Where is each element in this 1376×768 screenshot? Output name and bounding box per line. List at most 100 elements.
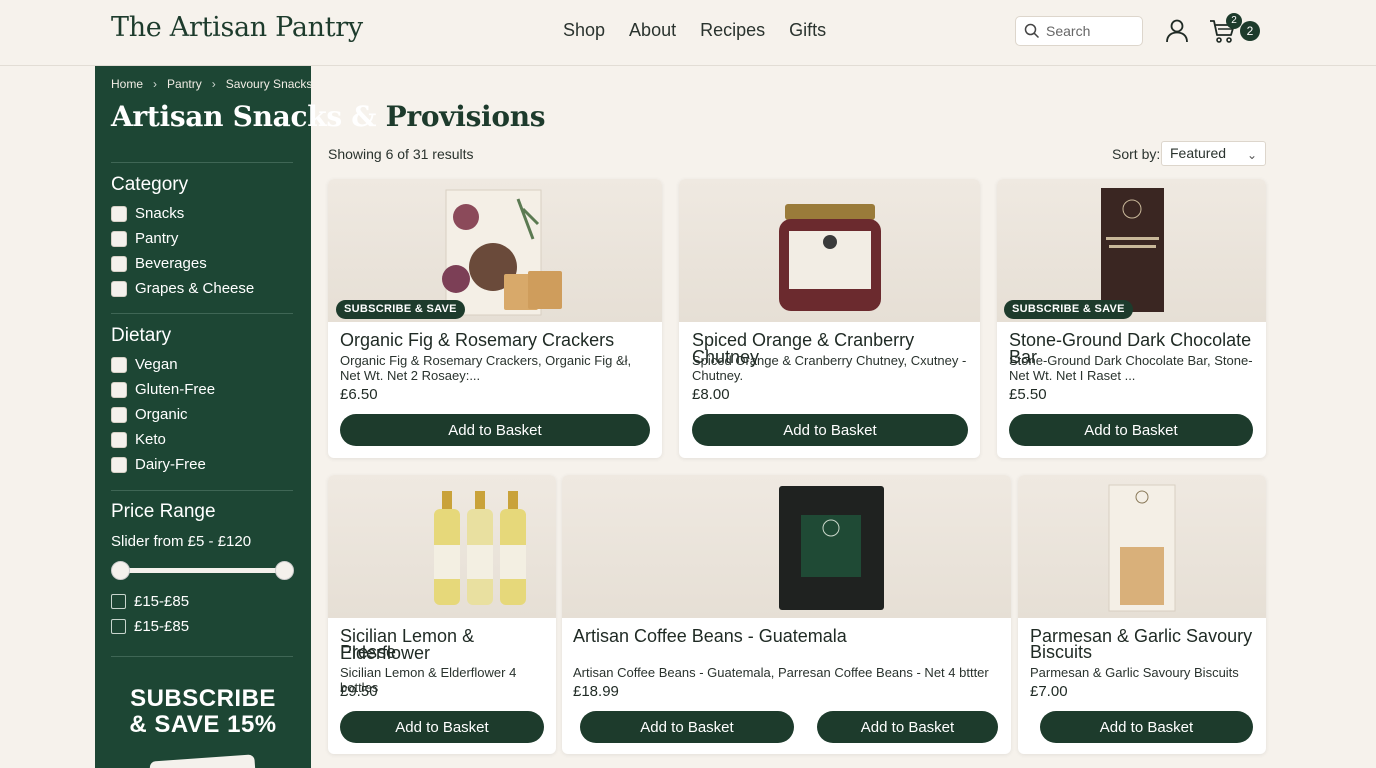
lemon-presse-bottles-image — [434, 491, 526, 605]
product-card[interactable]: SUBSCRIBE & SAVE Stone-Ground Dark Choco… — [997, 179, 1266, 458]
product-image[interactable] — [562, 475, 1011, 618]
checkbox[interactable] — [111, 594, 126, 609]
filter-label: Pantry — [135, 230, 179, 247]
breadcrumb-savoury-snacks[interactable]: Savoury Snacks — [226, 77, 313, 91]
breadcrumb: Home › Pantry › Savoury Snacks — [111, 77, 312, 91]
product-description: Stone-Ground Dark Chocolate Bar, Stone- — [1009, 353, 1253, 368]
product-image[interactable] — [1018, 475, 1266, 618]
chevron-down-icon: ⌄ — [1246, 148, 1257, 162]
filter-organic[interactable]: Organic — [111, 406, 188, 423]
filter-label: Grapes & Cheese — [135, 280, 255, 297]
product-title-line-2[interactable]: Biscuits — [1030, 643, 1092, 661]
filter-price-option[interactable]: £15-£85 — [111, 593, 189, 610]
checkbox[interactable] — [111, 431, 127, 448]
checkbox[interactable] — [111, 205, 127, 222]
divider — [111, 656, 293, 657]
product-description: Parmesan & Garlic Savoury Biscuits — [1030, 665, 1239, 680]
product-description: Chutney. — [692, 368, 744, 383]
filter-label: Dairy-Free — [135, 456, 206, 473]
filter-label: Vegan — [135, 356, 178, 373]
checkbox[interactable] — [111, 280, 127, 297]
add-to-basket-button[interactable]: Add to Basket — [580, 711, 794, 743]
page-title: Artisan Snacks & Provisions — [111, 100, 546, 133]
filter-label: Gluten-Free — [135, 381, 216, 398]
product-title[interactable]: Organic Fig & Rosemary Crackers — [340, 331, 614, 349]
product-description: Artisan Coffee Beans - Guatemala, Parres… — [573, 665, 989, 680]
checkbox[interactable] — [111, 456, 127, 473]
add-to-basket-button[interactable]: Add to Basket — [1040, 711, 1253, 743]
product-price: £6.50 — [340, 386, 378, 403]
product-title-line-2[interactable]: Presse — [340, 643, 396, 661]
add-to-basket-button-secondary[interactable]: Add to Basket — [817, 711, 998, 743]
promo-line-2: & SAVE 15% — [129, 711, 277, 738]
cart-count-mini: 2 — [1226, 13, 1242, 29]
breadcrumb-pantry[interactable]: Pantry — [167, 77, 202, 91]
coffee-bag-image — [779, 486, 884, 610]
dietary-heading: Dietary — [111, 325, 172, 346]
product-description: Net Wt. Net 2 Rosaey:... — [340, 368, 481, 383]
product-card[interactable]: Artisan Coffee Beans - Guatemala Artisan… — [562, 475, 1011, 754]
add-to-basket-button[interactable]: Add to Basket — [692, 414, 968, 446]
checkbox[interactable] — [111, 356, 127, 373]
checkbox[interactable] — [111, 406, 127, 423]
sort-dropdown[interactable]: Featured ⌄ — [1161, 141, 1266, 166]
add-to-basket-button[interactable]: Add to Basket — [340, 711, 544, 743]
filter-keto[interactable]: Keto — [111, 431, 166, 448]
subscribe-promo[interactable]: SUBSCRIBE & SAVE 15% — [95, 686, 311, 738]
product-image[interactable] — [679, 179, 980, 322]
add-to-basket-button[interactable]: Add to Basket — [1009, 414, 1253, 446]
filter-label: Snacks — [135, 205, 185, 222]
price-slider-max-handle[interactable] — [275, 561, 294, 580]
checkbox[interactable] — [111, 619, 126, 634]
checkbox[interactable] — [111, 230, 127, 247]
nav-recipes[interactable]: Recipes — [700, 20, 765, 41]
filter-label: £15-£85 — [134, 618, 190, 635]
add-to-basket-button[interactable]: Add to Basket — [340, 414, 650, 446]
filter-snacks[interactable]: Snacks — [111, 205, 184, 222]
account-icon[interactable] — [1164, 18, 1190, 44]
filter-label: Keto — [135, 431, 166, 448]
nav-gifts[interactable]: Gifts — [789, 20, 826, 41]
nav-about[interactable]: About — [629, 20, 676, 41]
product-price: £7.00 — [1030, 683, 1068, 700]
chutney-jar-image — [779, 204, 881, 311]
product-card[interactable]: Spiced Orange & Cranberry Chutney Spiced… — [679, 179, 980, 458]
product-price: £8.00 — [692, 386, 730, 403]
page-title-part-2: Provisions — [376, 100, 546, 133]
search-box[interactable] — [1015, 16, 1143, 46]
promo-line-1: SUBSCRIBE — [130, 685, 276, 712]
search-input[interactable] — [1046, 23, 1136, 39]
price-slider-track[interactable] — [118, 568, 286, 573]
price-range-heading: Price Range — [111, 501, 216, 522]
filter-beverages[interactable]: Beverages — [111, 255, 207, 272]
divider — [111, 162, 293, 163]
site-logo[interactable]: The Artisan Pantry — [111, 12, 363, 43]
product-description: Spiced Orange & Cranberry Chutney, Cxutn… — [692, 353, 967, 368]
filter-price-option[interactable]: £15-£85 — [111, 618, 189, 635]
breadcrumb-home[interactable]: Home — [111, 77, 143, 91]
filter-vegan[interactable]: Vegan — [111, 356, 178, 373]
product-description: Net Wt. Net I Raset ... — [1009, 368, 1136, 383]
filter-label: Organic — [135, 406, 188, 423]
divider — [111, 490, 293, 491]
filter-pantry[interactable]: Pantry — [111, 230, 178, 247]
checkbox[interactable] — [111, 381, 127, 398]
product-card[interactable]: Parmesan & Garlic Savoury Biscuits Parme… — [1018, 475, 1266, 754]
cart-count-badge: 2 — [1240, 21, 1260, 41]
product-title[interactable]: Artisan Coffee Beans - Guatemala — [573, 627, 847, 645]
chevron-right-icon: › — [211, 77, 216, 91]
filter-label: Beverages — [135, 255, 207, 272]
product-image[interactable] — [328, 475, 556, 618]
nav-shop[interactable]: Shop — [563, 20, 605, 41]
filter-grapes-cheese[interactable]: Grapes & Cheese — [111, 280, 254, 297]
product-price: £5.50 — [1009, 386, 1047, 403]
product-card[interactable]: Sicilian Lemon & Elderflower Presse Sici… — [328, 475, 556, 754]
category-heading: Category — [111, 174, 189, 195]
filter-dairy-free[interactable]: Dairy-Free — [111, 456, 206, 473]
product-card[interactable]: SUBSCRIBE & SAVE Organic Fig & Rosemary … — [328, 179, 662, 458]
product-price: £9.50 — [340, 683, 378, 700]
product-description: Organic Fig & Rosemary Crackers, Organic… — [340, 353, 632, 368]
price-slider-min-handle[interactable] — [111, 561, 130, 580]
filter-gluten-free[interactable]: Gluten-Free — [111, 381, 215, 398]
checkbox[interactable] — [111, 255, 127, 272]
